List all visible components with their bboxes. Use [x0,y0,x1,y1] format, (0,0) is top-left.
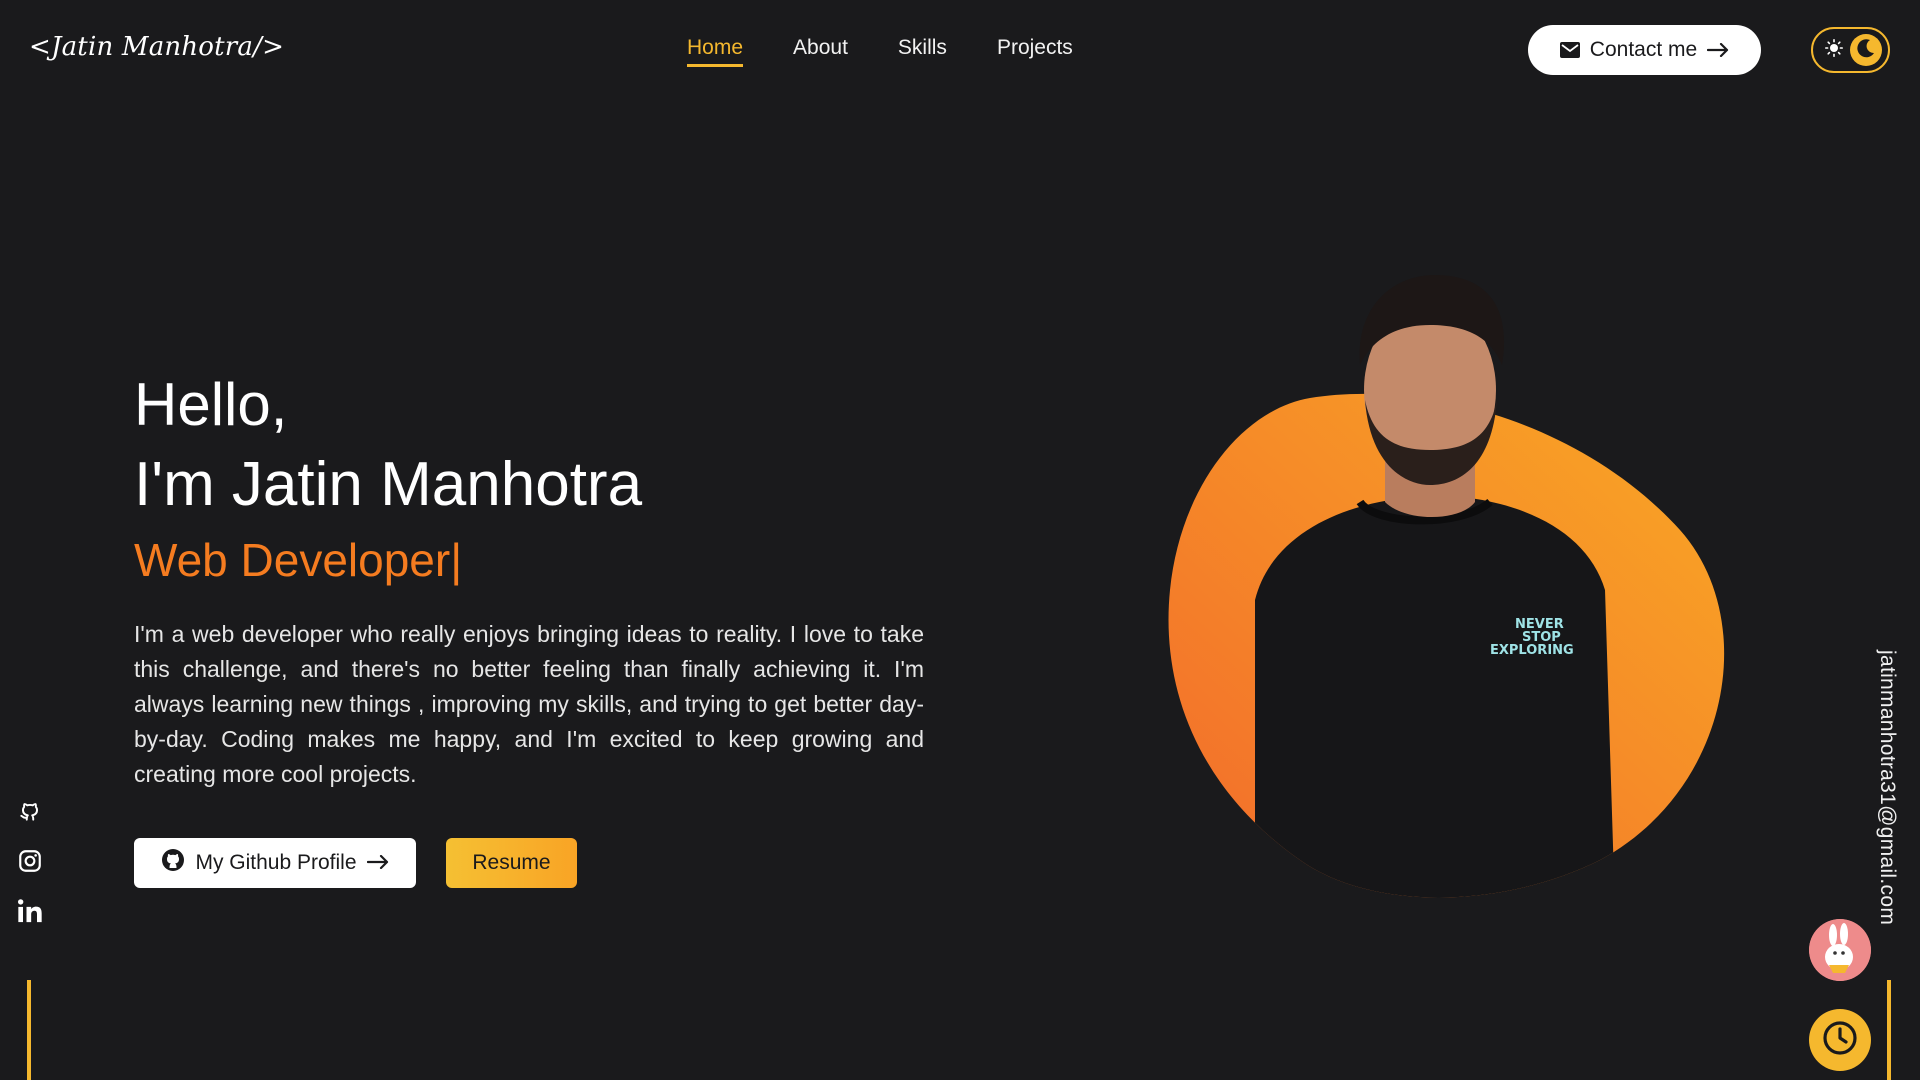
main-nav: Home About Skills Projects [687,36,1073,67]
github-profile-button[interactable]: My Github Profile [134,838,416,888]
github-profile-label: My Github Profile [195,851,357,874]
clock-button[interactable] [1809,1009,1871,1071]
sun-icon [1825,38,1844,62]
nav-projects[interactable]: Projects [997,36,1073,67]
site-header: <Jatin Manhotra/> Home About Skills Proj… [0,0,1920,100]
nav-about[interactable]: About [793,36,848,67]
nav-home[interactable]: Home [687,36,744,67]
hero-role-text: Web Developer [134,534,451,586]
instagram-icon[interactable] [14,845,46,877]
svg-text:EXPLORING: EXPLORING [1490,643,1574,658]
contact-me-button[interactable]: Contact me [1528,25,1761,75]
hero-buttons: My Github Profile Resume [134,838,577,888]
email-link[interactable]: jatinmanhotra31@gmail.com [1875,650,1899,925]
social-links [14,795,46,927]
mail-icon [1559,42,1580,58]
github-icon [161,848,185,878]
arrow-right-icon [366,851,389,875]
moon-icon [1855,37,1877,64]
chat-assistant-avatar[interactable] [1809,919,1871,981]
typing-cursor: | [450,534,463,586]
hero-bio: I'm a web developer who really enjoys br… [134,621,924,787]
hero-greeting: Hello, [134,371,288,438]
github-icon[interactable] [14,795,46,827]
site-logo[interactable]: <Jatin Manhotra/> [29,32,284,62]
profile-portrait: NEVER STOP EXPLORING [1160,270,1730,910]
theme-toggle[interactable] [1811,27,1890,73]
contact-me-label: Contact me [1589,38,1698,61]
clock-icon [1821,1019,1859,1062]
left-rail-line [27,980,31,1080]
hero-role: Web Developer| [134,525,924,595]
resume-button[interactable]: Resume [446,838,577,888]
right-rail-line [1887,980,1891,1080]
nav-skills[interactable]: Skills [898,36,947,67]
arrow-right-icon [1707,43,1729,57]
hero-section: Hello, I'm Jatin Manhotra Web Developer|… [134,365,924,815]
linkedin-icon[interactable] [14,895,46,927]
toggle-knob [1850,34,1882,66]
hero-name: I'm Jatin Manhotra [134,450,643,519]
